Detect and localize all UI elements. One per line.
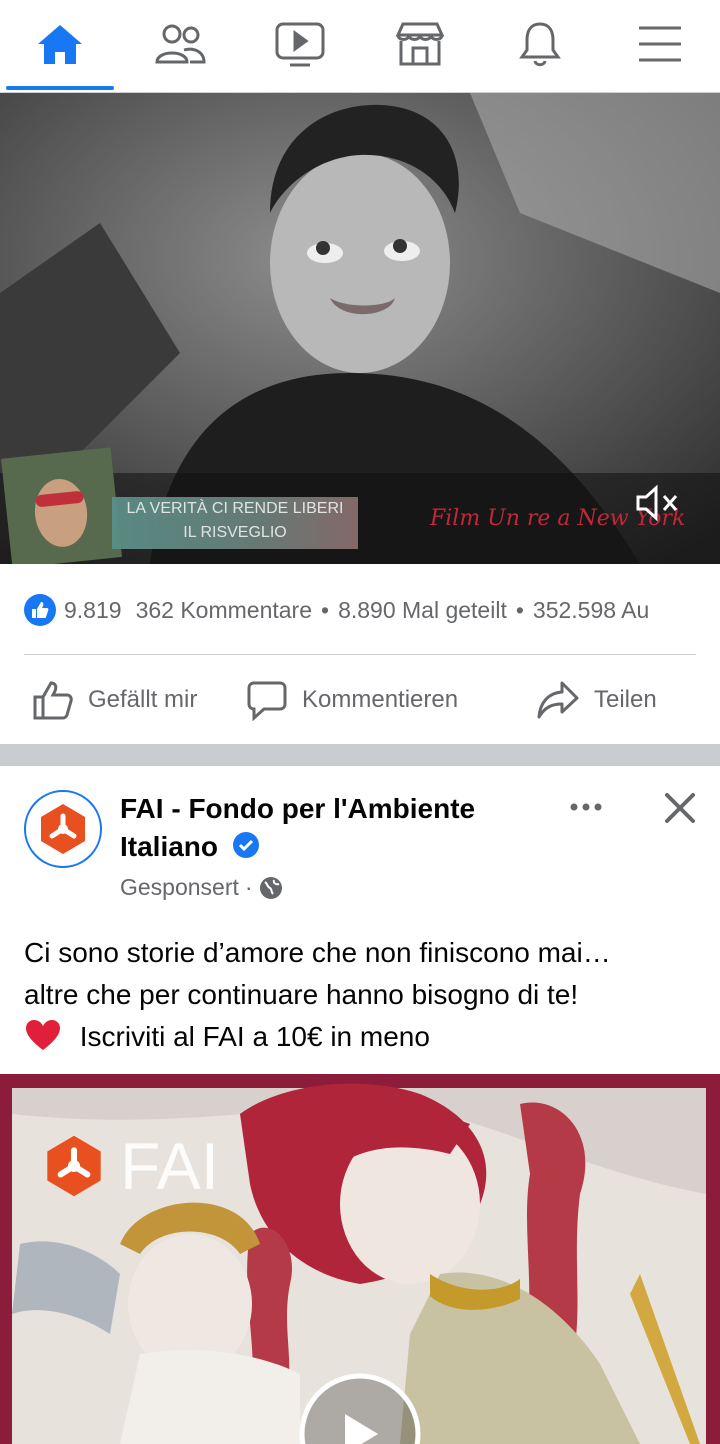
page-name-link[interactable]: FAI - Fondo per l'Ambiente Italiano: [120, 790, 540, 866]
sponsored-label[interactable]: Gesponsert: [120, 874, 239, 901]
tab-friends[interactable]: [120, 0, 240, 88]
fai-logo-icon: [31, 797, 95, 861]
red-heart-icon: [26, 1020, 60, 1050]
active-tab-indicator: [6, 86, 114, 90]
share-arrow-icon: [537, 681, 579, 719]
post-engagement-stats: 9.819 362 Kommentare • 8.890 Mal geteilt…: [0, 590, 720, 630]
like-reaction-icon: [24, 594, 56, 626]
comment-bubble-icon: [247, 681, 287, 721]
like-button[interactable]: Gefällt mir: [32, 676, 197, 724]
dot-separator: •: [515, 596, 524, 623]
post-body-text: Ci sono storie d’amore che non finiscono…: [24, 932, 704, 1058]
speaker-muted-icon: [636, 484, 678, 522]
ad-video-media[interactable]: FAI: [0, 1074, 720, 1444]
video-frame-image: [0, 93, 720, 564]
feed-separator: [0, 744, 720, 766]
reactions-count[interactable]: 9.819: [64, 597, 122, 624]
hide-post-button[interactable]: [660, 788, 700, 828]
page-avatar[interactable]: [24, 790, 102, 868]
caption-line-1: LA VERITÀ CI RENDE LIBERI: [126, 500, 344, 517]
share-button[interactable]: Teilen: [536, 676, 657, 724]
comment-button[interactable]: Kommentieren: [246, 676, 458, 724]
tab-notifications[interactable]: [480, 0, 600, 88]
tab-marketplace[interactable]: [360, 0, 480, 88]
divider: [24, 654, 696, 655]
video-overlay-caption: LA VERITÀ CI RENDE LIBERI IL RISVEGLIO: [112, 497, 358, 549]
close-icon: [665, 793, 695, 823]
share-label: Teilen: [594, 686, 657, 713]
fai-media-logo: FAI: [34, 1126, 219, 1206]
mute-button[interactable]: [634, 483, 684, 523]
tab-home[interactable]: [0, 0, 120, 88]
post-text-line: Iscriviti al FAI a 10€ in meno: [24, 1016, 704, 1058]
like-label: Gefällt mir: [88, 686, 198, 713]
page-name: FAI - Fondo per l'Ambiente Italiano: [120, 793, 476, 862]
video-player[interactable]: LA VERITÀ CI RENDE LIBERI IL RISVEGLIO F…: [0, 93, 720, 564]
globe-icon: [259, 876, 282, 899]
tab-watch[interactable]: [240, 0, 360, 88]
verified-badge-icon: [232, 832, 259, 858]
dot-separator: •: [321, 596, 330, 623]
fai-logo-text: FAI: [120, 1129, 220, 1203]
home-icon: [38, 25, 82, 64]
thumbs-up-icon: [33, 681, 73, 720]
comments-count[interactable]: 362 Kommentare: [136, 597, 312, 624]
more-options-button[interactable]: [566, 792, 606, 822]
post-text-line-3: Iscriviti al FAI a 10€ in meno: [79, 1021, 430, 1052]
more-dots-icon: [570, 803, 602, 811]
caption-line-2: IL RISVEGLIO: [183, 524, 287, 541]
menu-icon: [639, 26, 681, 62]
shares-count[interactable]: 8.890 Mal geteilt: [338, 597, 507, 624]
fai-logo-icon: [47, 1135, 101, 1197]
notifications-icon: [519, 22, 561, 67]
watch-icon: [275, 22, 325, 67]
tab-menu[interactable]: [600, 0, 720, 88]
comment-label: Kommentieren: [302, 686, 459, 713]
post-text-line: altre che per continuare hanno bisogno d…: [24, 979, 579, 1010]
dot-separator: ·: [244, 874, 253, 900]
post-text-line: Ci sono storie d’amore che non finiscono…: [24, 937, 611, 968]
sponsored-info: Gesponsert ·: [120, 874, 283, 901]
views-count: 352.598 Au: [532, 596, 650, 623]
friends-icon: [155, 24, 206, 64]
top-navigation-bar: [0, 0, 720, 93]
marketplace-icon: [395, 22, 445, 66]
